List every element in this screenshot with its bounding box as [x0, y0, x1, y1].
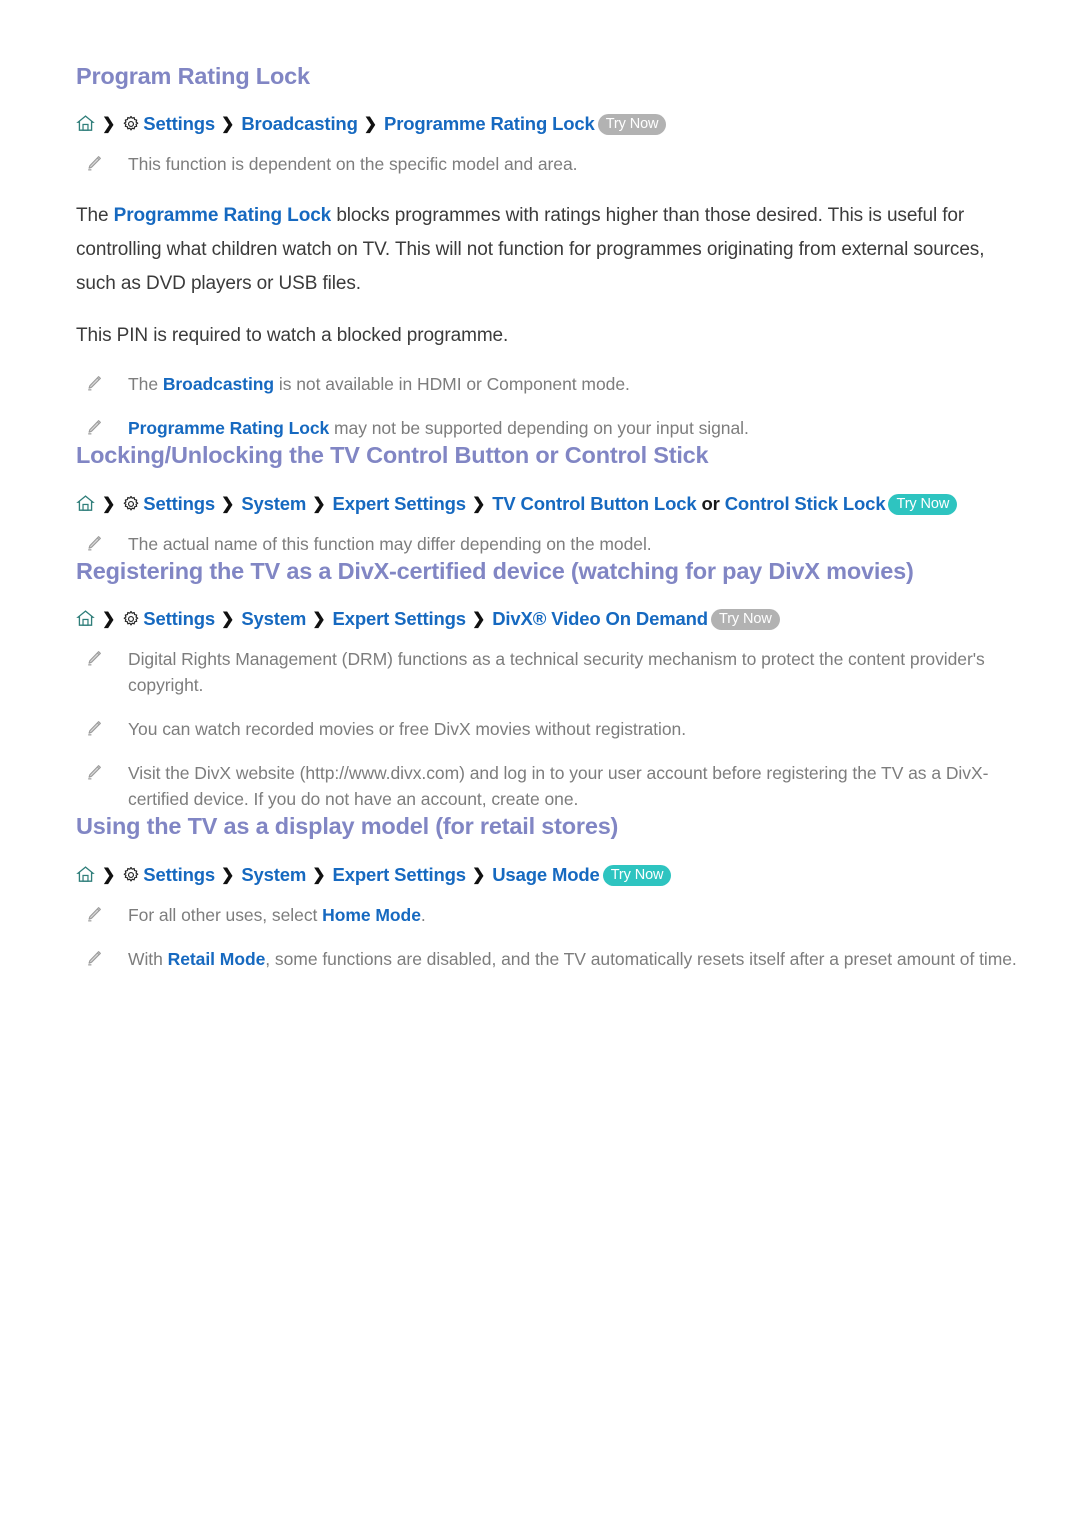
breadcrumb-separator: ❯ — [471, 866, 486, 884]
note-tail: , some functions are disabled, and the T… — [265, 948, 1017, 969]
breadcrumb-item-system[interactable]: System — [241, 864, 306, 885]
breadcrumb-separator: ❯ — [221, 116, 235, 134]
gear-icon[interactable] — [122, 115, 140, 133]
breadcrumb-item-expert-settings[interactable]: Expert Settings — [333, 493, 467, 514]
breadcrumb-separator: ❯ — [312, 611, 326, 629]
note-row: You can watch recorded movies or free Di… — [76, 716, 1020, 742]
breadcrumb-item-control-stick-lock[interactable]: Control Stick Lock — [725, 493, 886, 514]
note-row: The actual name of this function may dif… — [76, 531, 1020, 557]
breadcrumb-item-system[interactable]: System — [241, 608, 306, 629]
pencil-icon — [86, 375, 108, 397]
breadcrumb-item-settings[interactable]: Settings — [143, 493, 215, 514]
breadcrumb-separator: ❯ — [221, 495, 235, 513]
try-now-badge[interactable]: Try Now — [602, 864, 672, 886]
breadcrumb-separator: ❯ — [471, 611, 486, 629]
note-text: For all other uses, select Home Mode. — [128, 902, 426, 928]
note-text: With Retail Mode, some functions are dis… — [128, 946, 1017, 972]
note-text: This function is dependent on the specif… — [128, 154, 578, 175]
note-tail: . — [420, 904, 426, 925]
breadcrumb-item-settings[interactable]: Settings — [143, 113, 215, 134]
try-now-badge[interactable]: Try Now — [888, 493, 958, 515]
breadcrumb-item-system[interactable]: System — [241, 493, 306, 514]
breadcrumb-item-settings[interactable]: Settings — [143, 608, 215, 629]
breadcrumb-separator: ❯ — [312, 495, 326, 513]
note-row: Visit the DivX website (http://www.divx.… — [76, 760, 1020, 812]
breadcrumb: ❯ Settings ❯ System ❯ Expert Settings ❯ Usage … — [76, 862, 1020, 890]
breadcrumb-item-expert-settings[interactable]: Expert Settings — [333, 608, 467, 629]
pencil-icon — [86, 764, 108, 786]
inline-term[interactable]: Broadcasting — [163, 374, 274, 394]
breadcrumb-separator: ❯ — [102, 116, 116, 134]
paragraph: The Programme Rating Lock blocks program… — [76, 205, 985, 295]
note-text: Visit the DivX website (http://www.divx.… — [128, 763, 989, 810]
inline-term[interactable]: Retail Mode — [168, 949, 266, 969]
note-text: Programme Rating Lock may not be support… — [128, 415, 749, 441]
note-text: You can watch recorded movies or free Di… — [128, 719, 687, 740]
home-icon[interactable] — [76, 865, 95, 884]
pencil-icon — [86, 419, 108, 441]
section-title-locking: Locking/Unlocking the TV Control Button … — [76, 442, 709, 469]
breadcrumb-separator: ❯ — [221, 866, 235, 884]
breadcrumb-item-programme-rating-lock[interactable]: Programme Rating Lock — [384, 113, 595, 134]
note-row: For all other uses, select Home Mode. — [76, 902, 1020, 928]
note-row: The Broadcasting is not available in HDM… — [76, 371, 1020, 397]
note-tail: is not available in HDMI or Component mo… — [274, 374, 630, 395]
breadcrumb-separator: ❯ — [102, 866, 116, 884]
note-lead: With — [128, 948, 168, 969]
inline-term[interactable]: Programme Rating Lock — [128, 418, 329, 438]
breadcrumb: ❯ Settings ❯ Broadcasting ❯ Programme Rating… — [76, 111, 1020, 139]
breadcrumb-item-usage-mode[interactable]: Usage Mode — [492, 864, 600, 885]
note-row: With Retail Mode, some functions are dis… — [76, 946, 1020, 972]
note-lead: For all other uses, select — [128, 904, 323, 925]
breadcrumb-item-divx-video-on-demand[interactable]: DivX® Video On Demand — [492, 608, 708, 629]
manual-page: Program Rating Lock ❯ Settings ❯ Broadcast… — [0, 0, 1080, 1527]
breadcrumb-separator: ❯ — [102, 495, 116, 513]
breadcrumb-separator: ❯ — [221, 611, 235, 629]
breadcrumb-item-broadcasting[interactable]: Broadcasting — [241, 113, 358, 134]
breadcrumb: ❯ Settings ❯ System ❯ Expert Settings ❯ DivX® … — [76, 606, 1020, 634]
try-now-badge[interactable]: Try Now — [710, 609, 780, 631]
note-row: This function is dependent on the specif… — [76, 151, 1020, 177]
section-title-divx: Registering the TV as a DivX-certified d… — [76, 557, 914, 584]
breadcrumb-conjunction: or — [701, 492, 720, 514]
breadcrumb-separator: ❯ — [312, 866, 326, 884]
home-icon[interactable] — [76, 609, 95, 628]
breadcrumb-separator: ❯ — [102, 611, 116, 629]
pencil-icon — [86, 155, 108, 177]
paragraph: This PIN is required to watch a blocked … — [76, 319, 1020, 353]
breadcrumb: ❯ Settings ❯ System ❯ Expert Settings ❯ TV Con… — [76, 491, 1020, 519]
home-icon[interactable] — [76, 494, 95, 513]
breadcrumb-item-expert-settings[interactable]: Expert Settings — [333, 864, 467, 885]
note-row: Digital Rights Management (DRM) function… — [76, 646, 1020, 698]
note-text: The Broadcasting is not available in HDM… — [128, 374, 630, 395]
pencil-icon — [86, 950, 108, 972]
home-icon[interactable] — [76, 114, 95, 133]
pencil-icon — [86, 906, 108, 928]
breadcrumb-item-tv-control-button-lock[interactable]: TV Control Button Lock — [492, 493, 696, 514]
note-text: Digital Rights Management (DRM) function… — [128, 649, 985, 696]
page-title: Program Rating Lock — [76, 63, 310, 89]
section-title-display-model: Using the TV as a display model (for ret… — [76, 813, 619, 840]
note-text: The actual name of this function may dif… — [128, 533, 652, 554]
inline-term[interactable]: Programme Rating Lock — [114, 205, 332, 226]
gear-icon[interactable] — [122, 866, 140, 884]
inline-term[interactable]: Home Mode — [322, 905, 421, 925]
pencil-icon — [86, 720, 108, 742]
note-tail: may not be supported depending on your i… — [329, 418, 749, 439]
pencil-icon — [86, 650, 108, 672]
gear-icon[interactable] — [122, 495, 140, 513]
breadcrumb-separator: ❯ — [471, 495, 486, 513]
breadcrumb-separator: ❯ — [363, 116, 377, 134]
gear-icon[interactable] — [122, 610, 140, 628]
breadcrumb-item-settings[interactable]: Settings — [143, 864, 215, 885]
pencil-icon — [86, 535, 108, 557]
note-row: Programme Rating Lock may not be support… — [76, 415, 1020, 441]
paragraph-text: This PIN is required to watch a blocked … — [76, 325, 509, 347]
try-now-badge[interactable]: Try Now — [597, 114, 667, 136]
